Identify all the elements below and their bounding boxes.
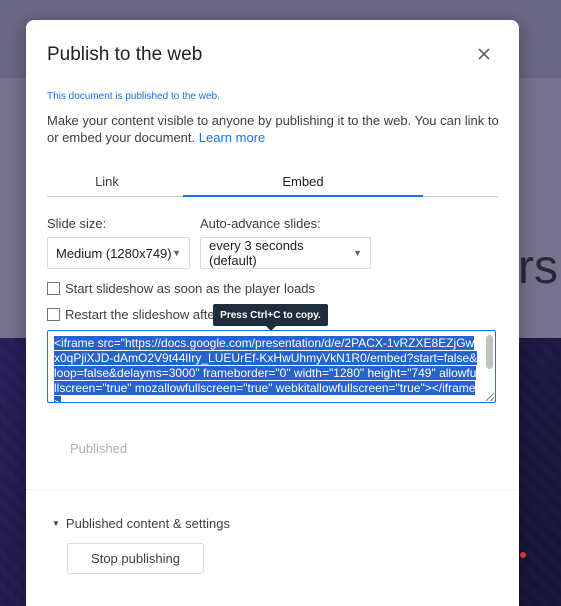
embed-code-selection: <iframe src="https://docs.google.com/pre… (54, 336, 478, 402)
stop-publishing-button[interactable]: Stop publishing (67, 543, 204, 574)
restart-slideshow-checkbox[interactable] (47, 308, 60, 321)
slide-size-select[interactable]: Medium (1280x749) ▼ (47, 237, 190, 269)
dialog-description: Make your content visible to anyone by p… (47, 112, 502, 146)
resize-handle-icon[interactable] (485, 392, 494, 401)
start-slideshow-label: Start slideshow as soon as the player lo… (65, 281, 316, 296)
chevron-down-icon: ▼ (172, 248, 181, 258)
chevron-down-icon: ▼ (353, 248, 362, 258)
close-icon (478, 48, 490, 60)
description-text: Make your content visible to anyone by p… (47, 113, 499, 145)
triangle-down-icon: ▼ (52, 519, 60, 528)
slide-size-value: Medium (1280x749) (56, 245, 172, 261)
auto-advance-select[interactable]: every 3 seconds (default) ▼ (200, 237, 371, 269)
close-button[interactable] (472, 42, 496, 66)
dialog-title: Publish to the web (47, 44, 203, 65)
slide-text-fragment: rs (518, 241, 558, 294)
tab-embed[interactable]: Embed (183, 170, 423, 197)
scrollbar-thumb[interactable] (486, 335, 493, 369)
auto-advance-value: every 3 seconds (default) (209, 238, 304, 268)
copy-tooltip: Press Ctrl+C to copy. (213, 304, 328, 331)
auto-advance-label: Auto-advance slides: (200, 216, 321, 231)
restart-slideshow-option: Restart the slideshow after (47, 307, 219, 322)
publish-status: This document is published to the web. (47, 91, 220, 102)
start-slideshow-checkbox[interactable] (47, 282, 60, 295)
restart-slideshow-label: Restart the slideshow after (65, 307, 219, 322)
map-marker-icon (520, 552, 526, 558)
published-button: Published (70, 441, 128, 456)
published-settings-toggle[interactable]: ▼ Published content & settings (52, 516, 230, 531)
publish-dialog: Publish to the web This document is publ… (26, 20, 519, 606)
tab-link[interactable]: Link (47, 170, 167, 195)
embed-code-text: <iframe src="https://docs.google.com/pre… (54, 336, 478, 402)
start-slideshow-option: Start slideshow as soon as the player lo… (47, 281, 315, 296)
slide-size-label: Slide size: (47, 216, 107, 231)
learn-more-link[interactable]: Learn more (199, 130, 265, 145)
publish-tabs: Link Embed (47, 170, 498, 197)
embed-code-textarea[interactable]: <iframe src="https://docs.google.com/pre… (47, 330, 496, 403)
published-settings-label: Published content & settings (65, 516, 230, 531)
section-divider (26, 489, 519, 490)
